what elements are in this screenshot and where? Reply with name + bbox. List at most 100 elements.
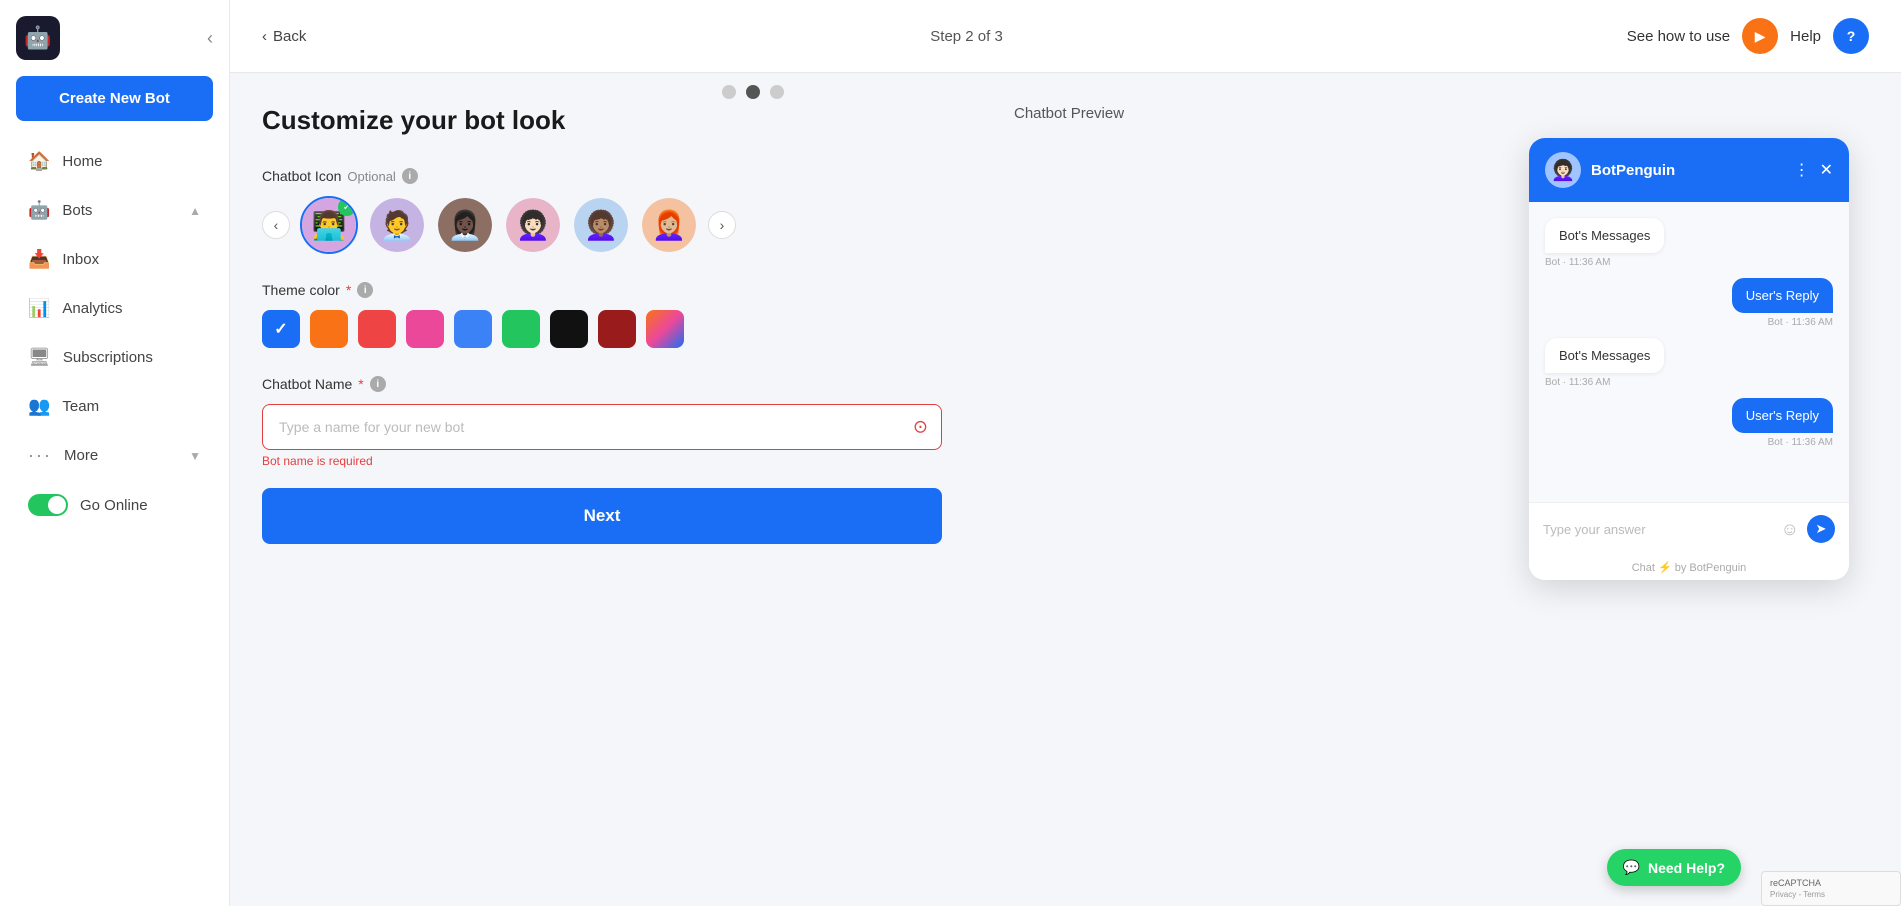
form-area: Customize your bot look Chatbot Icon Opt… xyxy=(262,105,942,874)
analytics-icon: 📊 xyxy=(28,298,50,319)
chat-header-icons: ⋮ ✕ xyxy=(1794,160,1833,180)
chat-send-button[interactable]: ➤ xyxy=(1807,515,1835,543)
sidebar: 🤖 ‹ Create New Bot 🏠 Home 🤖 Bots ▲ 📥 Inb… xyxy=(0,0,230,906)
chevron-up-icon: ▲ xyxy=(189,204,201,218)
preview-area: Chatbot Preview 👩🏻‍🦱 BotPenguin ⋮ ✕ Bot'… xyxy=(974,105,1869,874)
theme-info-icon: i xyxy=(357,282,373,298)
page-content: Customize your bot look Chatbot Icon Opt… xyxy=(230,73,1901,906)
chevron-down-icon: ▼ xyxy=(189,449,201,463)
team-icon: 👥 xyxy=(28,396,50,417)
sidebar-item-more[interactable]: ··· More ▼ xyxy=(8,433,221,478)
avatar-item-0[interactable]: 👨‍💻 ✓ xyxy=(300,196,358,254)
color-swatch-blue[interactable] xyxy=(262,310,300,348)
sidebar-item-label: Subscriptions xyxy=(63,349,201,366)
step-dot-2 xyxy=(746,85,760,99)
optional-label: Optional xyxy=(347,169,395,184)
avatar-item-2[interactable]: 👩🏿‍💼 xyxy=(436,196,494,254)
see-how-label: See how to use xyxy=(1627,28,1730,45)
chat-bot-avatar: 👩🏻‍🦱 xyxy=(1545,152,1581,188)
sidebar-collapse-icon[interactable]: ‹ xyxy=(207,28,213,49)
bot-name-input-group: ⊙ Bot name is required xyxy=(262,404,942,468)
theme-color-label: Theme color * i xyxy=(262,282,942,298)
page-title: Customize your bot look xyxy=(262,105,565,136)
sidebar-item-inbox[interactable]: 📥 Inbox xyxy=(8,237,221,282)
sidebar-item-bots[interactable]: 🤖 Bots ▲ xyxy=(8,188,221,233)
back-arrow-icon: ‹ xyxy=(262,28,267,45)
inbox-icon: 📥 xyxy=(28,249,50,270)
bot-name-error: Bot name is required xyxy=(262,454,942,468)
avatar-item-1[interactable]: 🧑‍💼 xyxy=(368,196,426,254)
avatar-row: ‹ 👨‍💻 ✓ 🧑‍💼 👩🏿‍💼 👩🏻‍🦱 xyxy=(262,196,942,254)
sidebar-item-label: Home xyxy=(62,153,201,170)
play-button[interactable]: ▶ xyxy=(1742,18,1778,54)
go-online-toggle[interactable] xyxy=(28,494,68,516)
sidebar-item-label: Analytics xyxy=(62,300,201,317)
create-new-bot-button[interactable]: Create New Bot xyxy=(16,76,213,121)
bot-name-input[interactable] xyxy=(262,404,942,450)
color-swatch-red[interactable] xyxy=(358,310,396,348)
go-online-label: Go Online xyxy=(80,497,148,514)
color-swatch-black[interactable] xyxy=(550,310,588,348)
sidebar-item-label: Team xyxy=(62,398,201,415)
back-label: Back xyxy=(273,28,306,45)
sidebar-item-label: More xyxy=(64,447,177,464)
user-message-time-2: Bot · 11:36 AM xyxy=(1768,437,1833,448)
chat-footer-icons: ☺ ➤ xyxy=(1781,515,1835,543)
sidebar-item-analytics[interactable]: 📊 Analytics xyxy=(8,286,221,331)
privacy-terms-label: Privacy - Terms xyxy=(1770,890,1892,899)
emoji-icon[interactable]: ☺ xyxy=(1781,519,1799,540)
chat-brand: Chat ⚡ by BotPenguin xyxy=(1529,555,1849,580)
avatar-item-3[interactable]: 👩🏻‍🦱 xyxy=(504,196,562,254)
color-swatch-pink[interactable] xyxy=(406,310,444,348)
avatar-item-5[interactable]: 👩🏼‍🦰 xyxy=(640,196,698,254)
info-icon: i xyxy=(402,168,418,184)
recaptcha-label: reCAPTCHA xyxy=(1770,878,1892,888)
bot-name-input-wrapper: ⊙ xyxy=(262,404,942,450)
name-info-icon: i xyxy=(370,376,386,392)
color-swatch-orange[interactable] xyxy=(310,310,348,348)
color-swatch-darkred[interactable] xyxy=(598,310,636,348)
bot-message-text-2: Bot's Messages xyxy=(1545,338,1664,373)
content-inner: Customize your bot look Chatbot Icon Opt… xyxy=(262,105,1869,874)
chat-answer-input[interactable]: Type your answer xyxy=(1543,522,1781,537)
avatar-prev-button[interactable]: ‹ xyxy=(262,211,290,239)
sidebar-item-team[interactable]: 👥 Team xyxy=(8,384,221,429)
sidebar-logo: 🤖 ‹ xyxy=(0,16,229,76)
required-mark: * xyxy=(346,282,351,298)
color-swatch-lightblue[interactable] xyxy=(454,310,492,348)
user-message-1: User's Reply Bot · 11:36 AM xyxy=(1545,278,1833,328)
preview-label: Chatbot Preview xyxy=(1014,105,1124,122)
avatar-item-4[interactable]: 👩🏽‍🦱 xyxy=(572,196,630,254)
whatsapp-icon: 💬 xyxy=(1623,859,1640,876)
avatar-next-button[interactable]: › xyxy=(708,211,736,239)
need-help-label: Need Help? xyxy=(1648,860,1725,876)
sidebar-item-home[interactable]: 🏠 Home xyxy=(8,139,221,184)
step-indicator: Step 2 of 3 xyxy=(930,28,1003,45)
bot-message-text-1: Bot's Messages xyxy=(1545,218,1664,253)
required-mark: * xyxy=(358,376,363,392)
step-dots xyxy=(722,85,784,99)
color-swatches xyxy=(262,310,942,348)
chat-more-icon[interactable]: ⋮ xyxy=(1794,160,1810,180)
chat-body: Bot's Messages Bot · 11:36 AM User's Rep… xyxy=(1529,202,1849,502)
color-swatch-gradient[interactable] xyxy=(646,310,684,348)
help-button[interactable]: ? xyxy=(1833,18,1869,54)
input-error-icon: ⊙ xyxy=(913,417,928,438)
topbar-right: See how to use ▶ Help ? xyxy=(1627,18,1869,54)
chat-close-icon[interactable]: ✕ xyxy=(1820,160,1833,180)
recaptcha-widget: reCAPTCHA Privacy - Terms xyxy=(1761,871,1901,906)
bot-message-time-1: Bot · 11:36 AM xyxy=(1545,257,1610,268)
next-button[interactable]: Next xyxy=(262,488,942,544)
user-message-text-1: User's Reply xyxy=(1732,278,1833,313)
chatbot-name-label: Chatbot Name * i xyxy=(262,376,942,392)
user-message-time-1: Bot · 11:36 AM xyxy=(1768,317,1833,328)
bot-message-time-2: Bot · 11:36 AM xyxy=(1545,377,1610,388)
bots-icon: 🤖 xyxy=(28,200,50,221)
bot-message-2: Bot's Messages Bot · 11:36 AM xyxy=(1545,338,1833,388)
more-icon: ··· xyxy=(28,445,52,466)
go-online-toggle-section: Go Online xyxy=(8,482,221,528)
need-help-button[interactable]: 💬 Need Help? xyxy=(1607,849,1741,886)
sidebar-item-subscriptions[interactable]: 🖥 Subscriptions xyxy=(8,335,221,380)
back-button[interactable]: ‹ Back xyxy=(262,28,306,45)
color-swatch-green[interactable] xyxy=(502,310,540,348)
